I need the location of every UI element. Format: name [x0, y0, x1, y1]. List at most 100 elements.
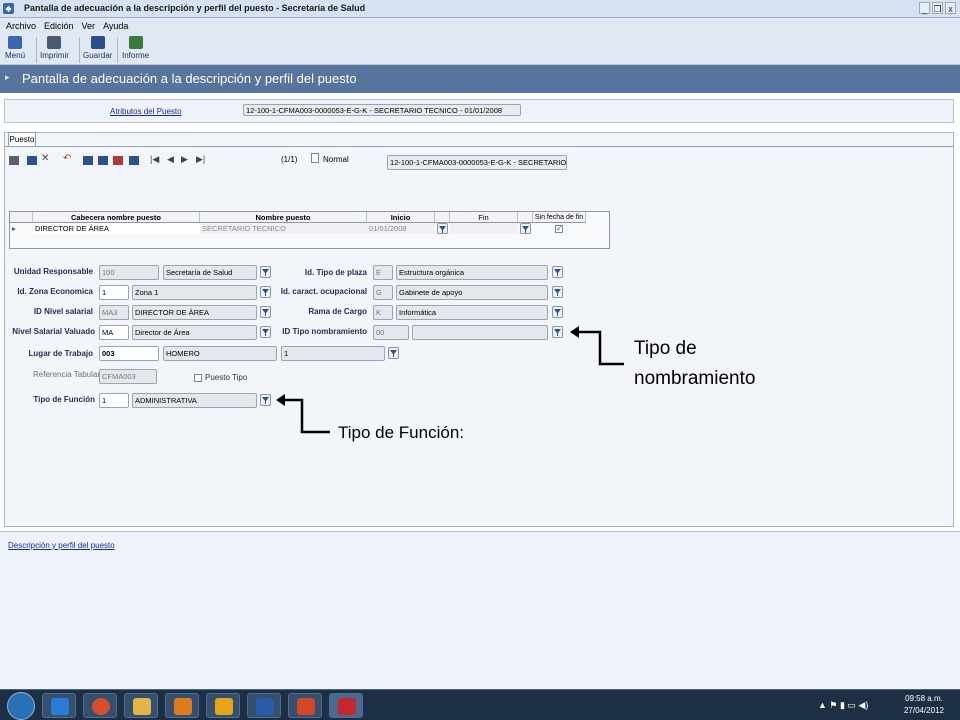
cell-cabecera[interactable]: DIRECTOR DE ÁREA: [33, 223, 200, 234]
tipo-plaza-code-field[interactable]: E: [373, 265, 393, 280]
save-button-label: Guardar: [83, 51, 113, 60]
grid-corner: [10, 212, 33, 223]
puesto-tipo-checkbox[interactable]: [194, 374, 202, 382]
label-caract: Id. caract. ocupacional: [280, 287, 367, 296]
title-bar: ◆ Pantalla de adecuación a la descripció…: [0, 0, 960, 18]
lookup-icon[interactable]: [260, 394, 271, 406]
save-button[interactable]: Guardar: [83, 36, 112, 60]
caract-code-field[interactable]: G: [373, 285, 393, 300]
app-taskbar-button[interactable]: [329, 693, 363, 718]
lookup-icon[interactable]: [260, 306, 271, 318]
next-record-icon[interactable]: ▶: [181, 154, 191, 164]
nombramiento-arrow-icon: [570, 326, 624, 366]
menu-ver[interactable]: Ver: [82, 21, 96, 31]
nivel-valuado-code-field[interactable]: MA: [99, 325, 129, 340]
first-record-icon[interactable]: |◀: [150, 154, 160, 164]
bottom-panel: Descripción y perfil del puesto: [0, 531, 960, 689]
save-icon: [90, 36, 105, 49]
column-header-fin[interactable]: Fin: [450, 212, 518, 223]
zona-code-field[interactable]: 1: [99, 285, 129, 300]
nivel-desc-field: DIRECTOR DE ÁREA: [132, 305, 257, 320]
lookup-icon[interactable]: [552, 286, 563, 298]
descripcion-link[interactable]: Descripción y perfil del puesto: [8, 541, 115, 550]
find-icon[interactable]: [129, 156, 139, 165]
unidad-code-field[interactable]: 100: [99, 265, 159, 280]
label-zona: Id. Zona Economica: [17, 287, 93, 296]
nivel-code-field[interactable]: MA3: [99, 305, 129, 320]
copy-icon[interactable]: [27, 156, 37, 165]
delete-icon[interactable]: ✕: [41, 153, 51, 164]
clear-filter-icon[interactable]: [98, 156, 108, 165]
media-taskbar-button[interactable]: [165, 693, 199, 718]
powerpoint-taskbar-button[interactable]: [288, 693, 322, 718]
undo-icon[interactable]: ↶: [63, 153, 73, 164]
lookup-icon[interactable]: [388, 347, 399, 359]
rama-code-field[interactable]: K: [373, 305, 393, 320]
menu-archivo[interactable]: Archivo: [6, 21, 36, 31]
tipo-funcion-code-field[interactable]: 1: [99, 393, 129, 408]
lugar-code-field[interactable]: 003: [99, 346, 159, 361]
menu-icon: [8, 36, 22, 49]
lookup-icon[interactable]: [260, 266, 271, 278]
window-controls: _ ❐ x: [919, 2, 956, 14]
column-header-nombre[interactable]: Nombre puesto: [200, 212, 367, 223]
attributes-link[interactable]: Atributos del Puesto: [110, 107, 182, 116]
outlook-taskbar-button[interactable]: [206, 693, 240, 718]
caract-desc-field: Gabinete de apoyo: [396, 285, 548, 300]
cell-inicio[interactable]: 01/01/2008: [367, 223, 435, 234]
last-record-icon[interactable]: ▶|: [196, 154, 206, 164]
annotation-funcion: Tipo de Función:: [338, 423, 464, 442]
lookup-icon[interactable]: [552, 266, 563, 278]
report-button[interactable]: Informe: [122, 36, 149, 60]
label-nivel: ID Nivel salarial: [33, 307, 93, 316]
row-selector-icon[interactable]: ▸: [10, 223, 33, 234]
referencia-field[interactable]: CFMA003: [99, 369, 157, 384]
grid-view-icon[interactable]: [9, 156, 19, 165]
powerpoint-icon: [297, 698, 315, 715]
explorer-taskbar-button[interactable]: [124, 693, 158, 718]
sin-fecha-checkbox[interactable]: ✓: [555, 225, 563, 233]
label-referencia: Referencia Tabular: [33, 370, 101, 379]
funcion-arrow-icon: [276, 394, 330, 434]
record-key-field: 12-100-1-CFMA003-0000053-E-G-K - SECRETA…: [387, 155, 567, 170]
clock-time: 09:58 a.m.: [905, 694, 943, 703]
tipo-funcion-desc-field: ADMINISTRATIVA: [132, 393, 257, 408]
clock[interactable]: 09:58 a.m. 27/04/2012: [904, 693, 944, 717]
menu-edicion[interactable]: Edición: [44, 21, 74, 31]
attributes-value: 12-100-1-CFMA003-0000053-E-G-K - SECRETA…: [243, 104, 521, 116]
cell-nombre[interactable]: SECRETARIO TECNICO: [200, 223, 367, 234]
close-button[interactable]: x: [945, 2, 956, 14]
nombramiento-code-field[interactable]: 00: [373, 325, 409, 340]
print-button[interactable]: Imprimir: [40, 36, 69, 60]
menu-button[interactable]: Menú: [5, 36, 25, 60]
lookup-icon[interactable]: [552, 326, 563, 338]
label-nivel-valuado: Nivel Salarial Valuado: [12, 327, 95, 336]
tab-puesto[interactable]: Puesto: [8, 132, 36, 147]
ie-taskbar-button[interactable]: [42, 693, 76, 718]
label-lugar: Lugar de Trabajo: [28, 349, 93, 358]
chrome-icon: [92, 698, 110, 715]
chevron-right-icon: ▸: [5, 72, 10, 82]
filter-icon[interactable]: [83, 156, 93, 165]
annotation-nombramiento-line1: Tipo de: [634, 338, 697, 359]
sort-icon[interactable]: [113, 156, 123, 165]
column-header-cabecera[interactable]: Cabecera nombre puesto: [33, 212, 200, 223]
minimize-button[interactable]: _: [919, 2, 930, 14]
start-button[interactable]: [7, 692, 35, 720]
folder-icon: [133, 698, 151, 715]
previous-record-icon[interactable]: ◀: [167, 154, 177, 164]
system-tray[interactable]: ▲ ⚑ ▮ ▭ ◀): [818, 700, 868, 711]
media-player-icon: [174, 698, 192, 715]
lookup-icon[interactable]: [552, 306, 563, 318]
restore-button[interactable]: ❐: [932, 2, 943, 14]
calendar-lookup-icon[interactable]: [437, 223, 448, 234]
menu-ayuda[interactable]: Ayuda: [103, 21, 128, 31]
word-taskbar-button[interactable]: [247, 693, 281, 718]
calendar-lookup-icon[interactable]: [520, 223, 531, 234]
chrome-taskbar-button[interactable]: [83, 693, 117, 718]
nivel-valuado-desc-field: Director de Área: [132, 325, 257, 340]
cell-fin[interactable]: [450, 223, 518, 234]
tab-divider: [5, 146, 953, 147]
column-header-sin-fecha[interactable]: Sin fecha de fin: [533, 212, 586, 223]
column-header-inicio[interactable]: Inicio: [367, 212, 435, 223]
